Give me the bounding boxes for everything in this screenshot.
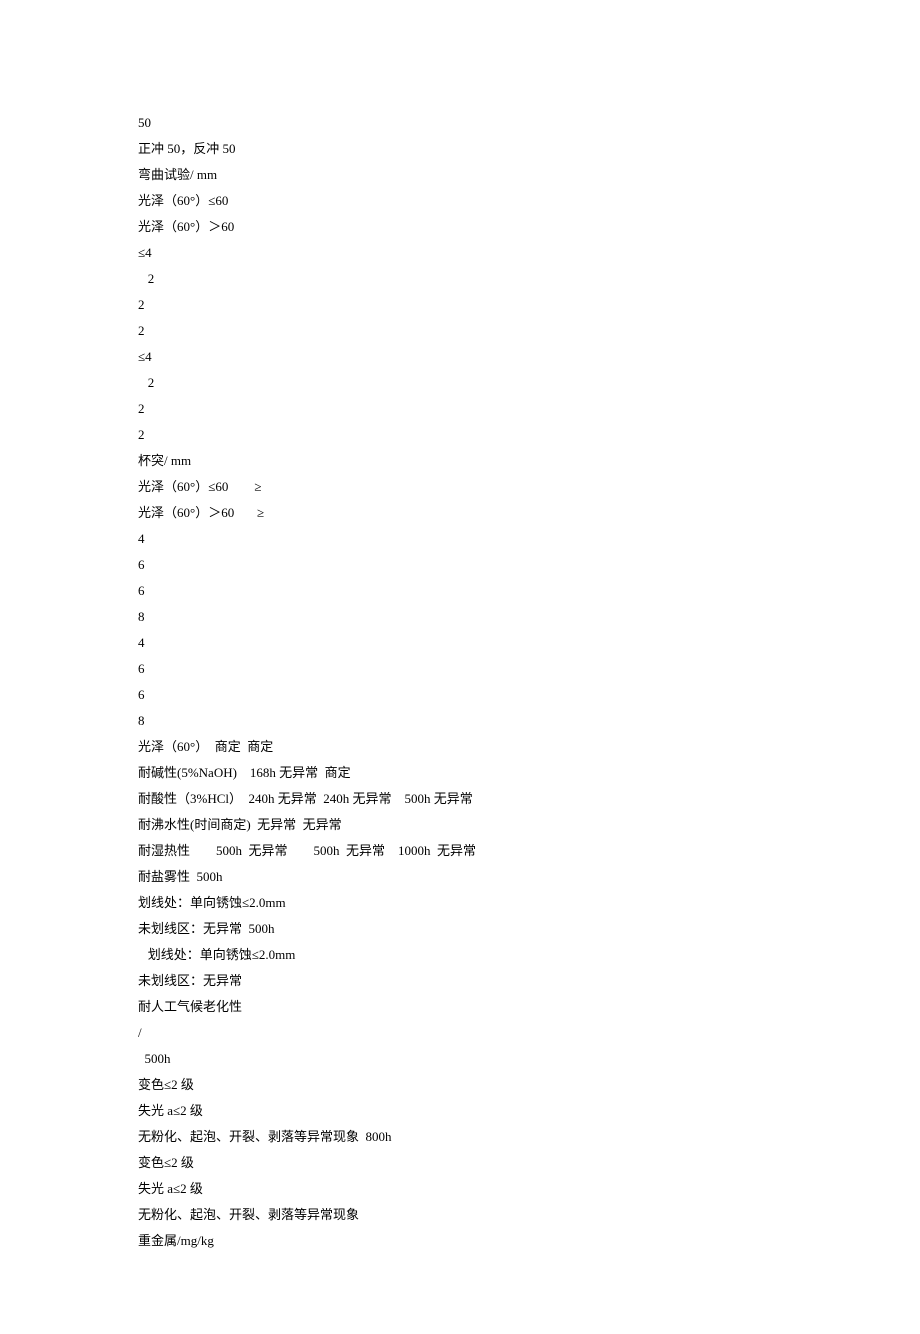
text-line: 耐人工气候老化性 <box>138 994 920 1020</box>
text-line: ≤4 <box>138 240 920 266</box>
text-line: 2 <box>138 266 920 292</box>
text-line: 重金属/mg/kg <box>138 1228 920 1254</box>
text-line: 6 <box>138 578 920 604</box>
text-line: 耐盐雾性 500h <box>138 864 920 890</box>
text-line: 6 <box>138 656 920 682</box>
text-line: 无粉化、起泡、开裂、剥落等异常现象 <box>138 1202 920 1228</box>
text-line: 耐碱性(5%NaOH) 168h 无异常 商定 <box>138 760 920 786</box>
text-line: 光泽（60°）＞60 <box>138 214 920 240</box>
text-line: 2 <box>138 422 920 448</box>
text-line: 杯突/ mm <box>138 448 920 474</box>
text-line: 弯曲试验/ mm <box>138 162 920 188</box>
text-line: 4 <box>138 630 920 656</box>
text-line: 光泽（60°）＞60 ≥ <box>138 500 920 526</box>
text-line: 正冲 50，反冲 50 <box>138 136 920 162</box>
text-line: 2 <box>138 292 920 318</box>
text-line: 50 <box>138 110 920 136</box>
text-line: 划线处：单向锈蚀≤2.0mm <box>138 942 920 968</box>
text-line: 划线处：单向锈蚀≤2.0mm <box>138 890 920 916</box>
text-line: 耐酸性（3%HCl） 240h 无异常 240h 无异常 500h 无异常 <box>138 786 920 812</box>
text-line: 未划线区：无异常 <box>138 968 920 994</box>
document-page: 50 正冲 50，反冲 50 弯曲试验/ mm 光泽（60°）≤60 光泽（60… <box>0 0 920 1334</box>
text-line: / <box>138 1020 920 1046</box>
text-line: 无粉化、起泡、开裂、剥落等异常现象 800h <box>138 1124 920 1150</box>
text-line: 500h <box>138 1046 920 1072</box>
text-line: 光泽（60°） 商定 商定 <box>138 734 920 760</box>
text-line: 失光 a≤2 级 <box>138 1098 920 1124</box>
text-line: 耐沸水性(时间商定) 无异常 无异常 <box>138 812 920 838</box>
text-line: 2 <box>138 396 920 422</box>
text-line: 2 <box>138 370 920 396</box>
text-line: 变色≤2 级 <box>138 1072 920 1098</box>
text-line: 6 <box>138 552 920 578</box>
text-line: 8 <box>138 708 920 734</box>
text-line: 变色≤2 级 <box>138 1150 920 1176</box>
text-line: 4 <box>138 526 920 552</box>
text-line: 6 <box>138 682 920 708</box>
text-line: 光泽（60°）≤60 ≥ <box>138 474 920 500</box>
text-line: 未划线区：无异常 500h <box>138 916 920 942</box>
text-line: 耐湿热性 500h 无异常 500h 无异常 1000h 无异常 <box>138 838 920 864</box>
text-line: 失光 a≤2 级 <box>138 1176 920 1202</box>
text-line: 2 <box>138 318 920 344</box>
text-line: ≤4 <box>138 344 920 370</box>
text-line: 光泽（60°）≤60 <box>138 188 920 214</box>
text-line: 8 <box>138 604 920 630</box>
